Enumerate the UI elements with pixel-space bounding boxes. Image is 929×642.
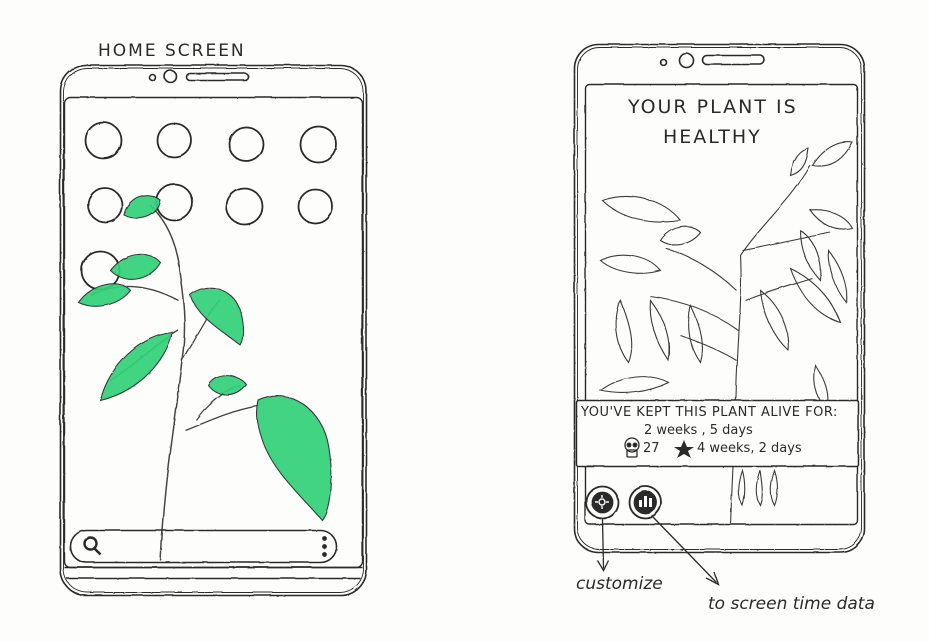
app-icon bbox=[225, 187, 263, 225]
customize-annotation: customize bbox=[576, 574, 663, 594]
leaf bbox=[99, 331, 173, 401]
star-duration: 4 weeks, 2 days bbox=[697, 441, 802, 456]
alive-duration: 2 weeks , 5 days bbox=[644, 423, 753, 438]
leaf bbox=[109, 253, 161, 280]
health-plant bbox=[598, 141, 853, 526]
camera-icon bbox=[678, 52, 694, 68]
screen-time-button[interactable] bbox=[629, 486, 661, 518]
search-input[interactable] bbox=[70, 530, 336, 562]
app-icon bbox=[84, 121, 122, 159]
app-icon bbox=[299, 125, 337, 163]
app-icon bbox=[297, 188, 333, 224]
leaf bbox=[123, 194, 161, 219]
customize-button[interactable] bbox=[586, 486, 618, 518]
skull-count: 27 bbox=[643, 441, 660, 456]
customize-arrow bbox=[601, 518, 604, 569]
screen-time-annotation: to screen time data bbox=[708, 594, 875, 614]
plant-status-line2: HEALTHY bbox=[663, 126, 762, 148]
leaf bbox=[189, 287, 244, 346]
plant-status-line1: YOUR PLANT IS bbox=[628, 96, 798, 118]
camera-icon bbox=[163, 69, 177, 83]
leaf bbox=[207, 374, 247, 396]
plant-phone bbox=[573, 43, 865, 553]
app-icon bbox=[155, 183, 193, 221]
alive-label: YOU'VE KEPT THIS PLANT ALIVE FOR: bbox=[581, 405, 838, 420]
speaker-icon bbox=[701, 54, 765, 65]
leaf bbox=[255, 395, 332, 521]
home-plant bbox=[77, 194, 332, 561]
app-icon bbox=[87, 187, 123, 223]
home-screen-title: HOME SCREEN bbox=[98, 41, 246, 61]
app-icon bbox=[156, 122, 192, 158]
speaker-icon bbox=[185, 72, 249, 81]
leaf bbox=[77, 282, 131, 307]
app-icon bbox=[228, 126, 264, 162]
